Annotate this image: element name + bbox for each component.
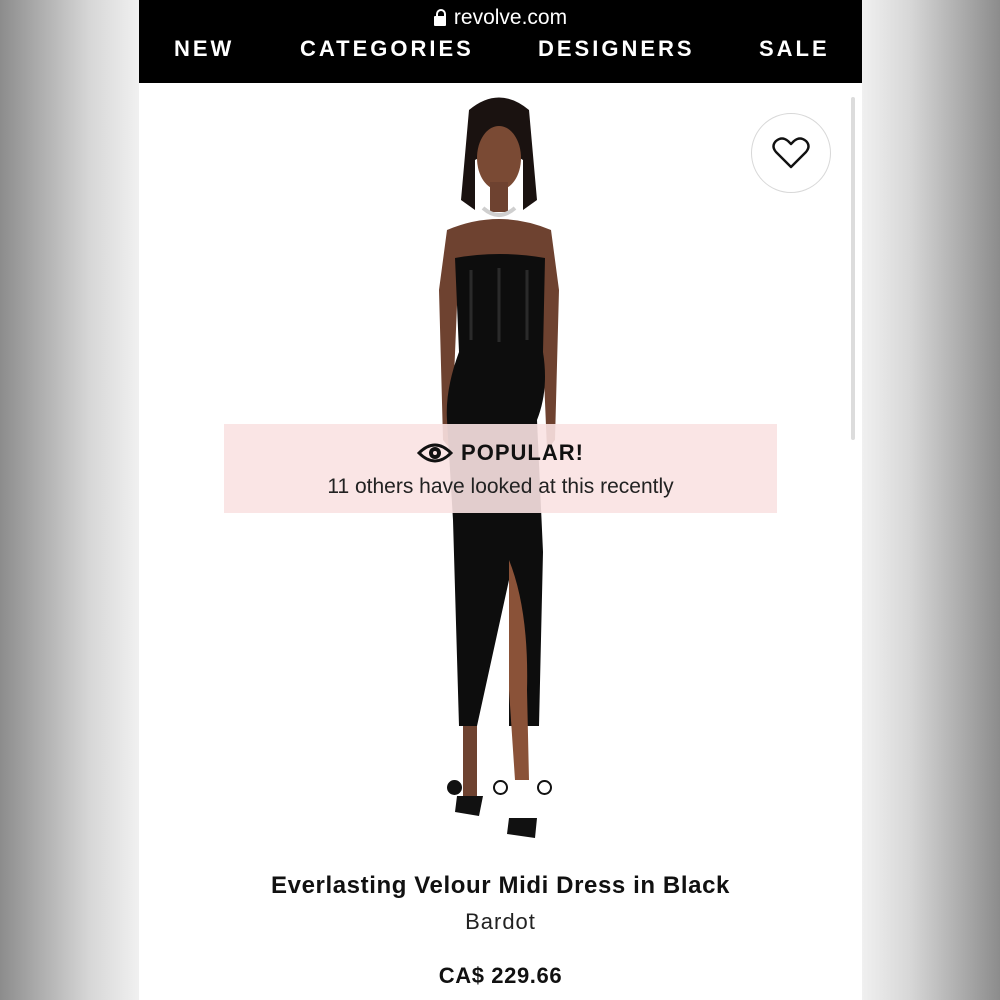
- address-bar[interactable]: revolve.com: [139, 5, 862, 31]
- main-nav: NEW CATEGORIES DESIGNERS SALE: [139, 36, 862, 60]
- popular-title: POPULAR!: [461, 440, 584, 465]
- heart-icon: [772, 137, 810, 169]
- url-text: revolve.com: [453, 6, 568, 29]
- product-title: Everlasting Velour Midi Dress in Black: [271, 872, 730, 899]
- nav-item-sale[interactable]: SALE: [759, 36, 830, 60]
- nav-item-designers[interactable]: DESIGNERS: [538, 36, 695, 60]
- product-brand[interactable]: Bardot: [139, 909, 862, 935]
- popular-heading: POPULAR!: [224, 440, 777, 466]
- scrollbar[interactable]: [851, 97, 855, 440]
- eye-icon: [417, 443, 454, 463]
- carousel-dot-3[interactable]: [537, 780, 552, 795]
- popular-message: 11 others have looked at this recently: [327, 475, 674, 498]
- product-price: CA$ 229.66: [438, 963, 563, 988]
- carousel-dot-1[interactable]: [447, 780, 462, 795]
- nav-item-new[interactable]: NEW: [174, 36, 234, 60]
- popular-banner: POPULAR! 11 others have looked at this r…: [224, 424, 777, 513]
- wishlist-button[interactable]: [751, 113, 831, 193]
- carousel-dots: [447, 780, 557, 796]
- carousel-dot-2[interactable]: [493, 780, 508, 795]
- nav-item-categories[interactable]: CATEGORIES: [300, 36, 474, 60]
- top-bar: revolve.com NEW CATEGORIES DESIGNERS SAL…: [139, 0, 862, 83]
- phone-screen: revolve.com NEW CATEGORIES DESIGNERS SAL…: [139, 0, 862, 1000]
- lock-icon: [433, 9, 446, 26]
